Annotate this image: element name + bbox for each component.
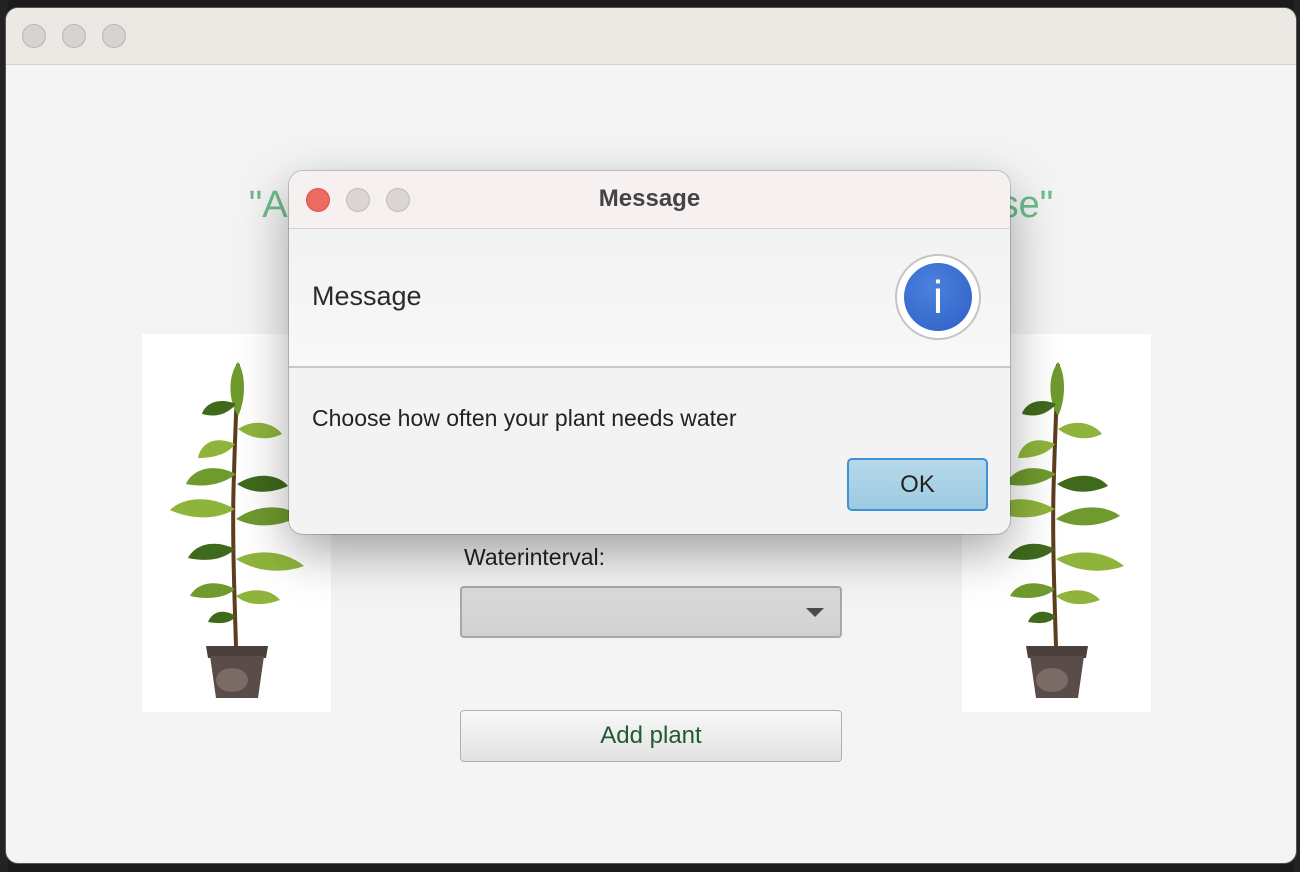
waterinterval-select[interactable]: [460, 586, 842, 638]
info-icon-glyph: i: [904, 263, 972, 331]
waterinterval-label: Waterinterval:: [464, 544, 606, 570]
dialog-header: Message i: [289, 229, 1010, 368]
ok-button[interactable]: OK: [847, 458, 988, 511]
dialog-title: Message: [598, 185, 701, 212]
dialog-header-text: Message: [312, 281, 422, 311]
info-icon: i: [895, 254, 981, 340]
dialog-titlebar: Message: [289, 171, 1010, 229]
dialog-message-text: Choose how often your plant needs water: [312, 405, 737, 431]
zoom-window-icon[interactable]: [102, 24, 126, 48]
add-plant-button[interactable]: Add plant: [460, 710, 842, 762]
minimize-window-icon[interactable]: [62, 24, 86, 48]
message-dialog: Message Message i Choose how often your …: [289, 171, 1010, 534]
close-window-icon[interactable]: [22, 24, 46, 48]
chevron-down-icon[interactable]: [806, 608, 824, 617]
main-titlebar: [6, 8, 1296, 65]
